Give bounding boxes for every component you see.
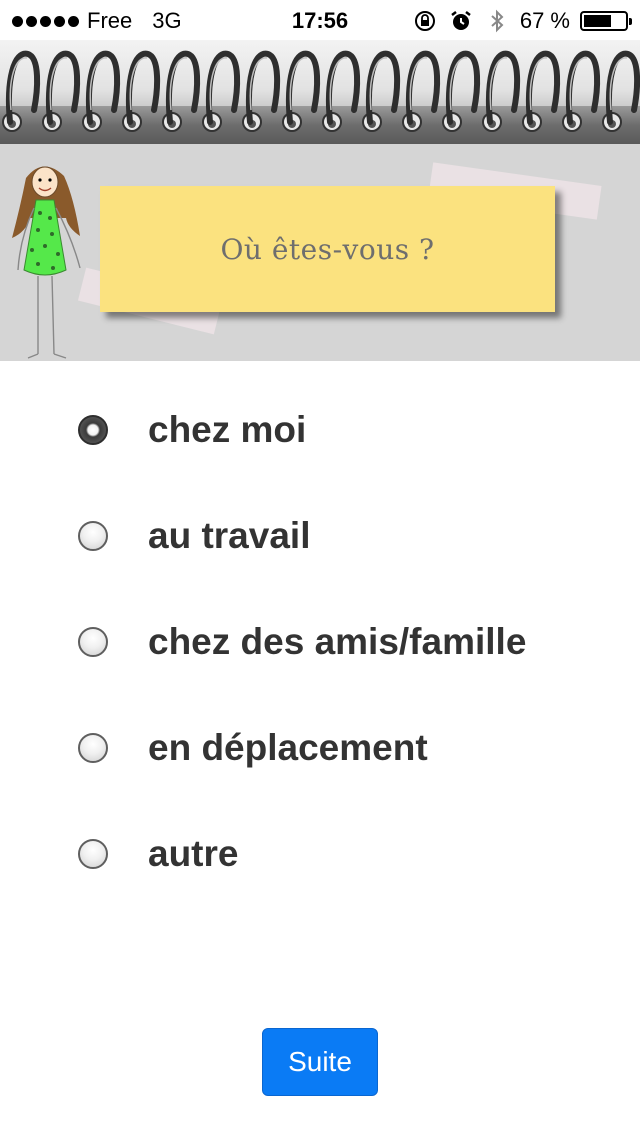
option-label: chez moi [148,409,307,450]
alarm-icon [451,11,471,30]
status-bar: Free 3G 17:56 67 % [0,0,640,40]
spiral-binding [0,40,640,144]
spiral-ring [522,50,561,132]
suite-button[interactable]: Suite [262,1028,378,1096]
option-chez-moi[interactable]: chez moi [0,395,640,465]
spiral-ring [362,50,401,132]
spiral-ring [202,50,241,132]
question-title: Où êtes-vous ? [220,232,435,266]
orientation-lock-icon [414,11,435,31]
option-en-deplacement[interactable]: en déplacement [0,713,640,783]
spiral-ring [322,50,361,132]
option-autre[interactable]: autre [0,819,640,889]
spiral-ring [82,50,121,132]
spiral-ring [162,50,201,132]
radio-button[interactable] [78,627,108,657]
option-au-travail[interactable]: au travail [0,501,640,571]
radio-button[interactable] [78,521,108,551]
radio-button[interactable] [78,733,108,763]
spiral-ring [562,50,601,132]
spiral-rings [2,50,640,132]
girl-illustration [12,166,81,359]
radio-button[interactable] [78,415,108,445]
radio-button[interactable] [78,839,108,869]
option-chez-des-amis-famille[interactable]: chez des amis/famille [0,607,640,677]
spiral-ring [402,50,441,132]
battery-fill [584,15,611,27]
option-label: en déplacement [148,727,428,768]
status-right: 67 % [412,8,632,34]
spiral-ring [242,50,281,132]
question-banner: Où êtes-vous ? [0,144,640,361]
battery-icon [580,11,632,31]
bluetooth-icon [491,9,504,33]
spiral-ring [42,50,81,132]
spiral-ring [602,50,640,132]
option-label: chez des amis/famille [148,621,527,662]
sticky-note: Où êtes-vous ? [100,186,555,312]
option-label: au travail [148,515,311,556]
spiral-ring [122,50,161,132]
spiral-ring [2,50,41,132]
spiral-ring [282,50,321,132]
spiral-ring [442,50,481,132]
spiral-ring [482,50,521,132]
battery-percent: 67 % [519,8,570,33]
option-label: autre [148,833,239,874]
